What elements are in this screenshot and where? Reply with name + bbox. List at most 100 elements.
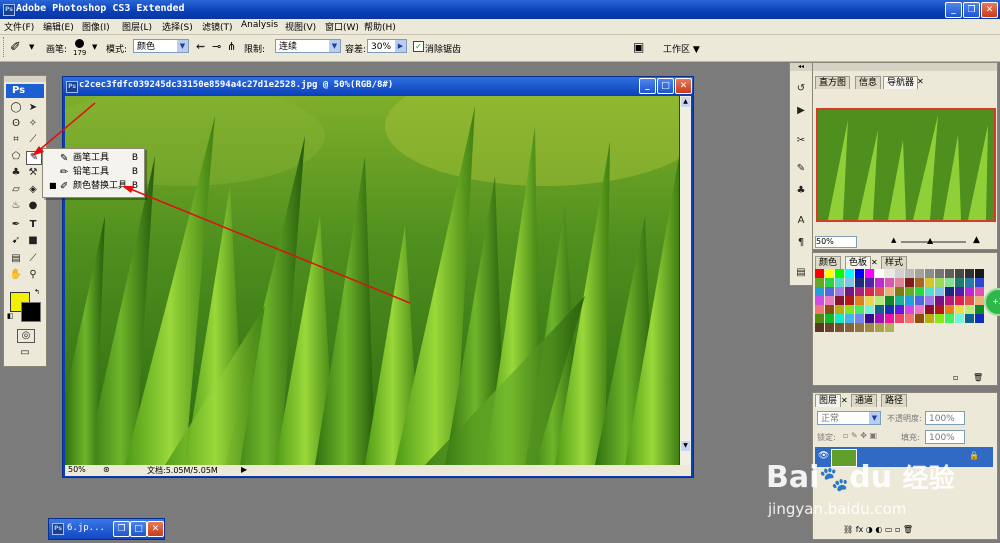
color-swatch[interactable] (905, 269, 914, 278)
color-swatch[interactable] (905, 314, 914, 323)
color-swatch[interactable] (925, 296, 934, 305)
tab-paths[interactable]: 路径 (881, 394, 908, 407)
color-swatch[interactable] (915, 314, 924, 323)
color-swatch[interactable] (835, 287, 844, 296)
color-swatch[interactable] (855, 296, 864, 305)
tab-layers[interactable]: 图层 (815, 394, 842, 407)
color-swatch[interactable] (975, 314, 984, 323)
color-swatch[interactable] (865, 287, 874, 296)
navigator-zoom-input[interactable]: 50% (815, 236, 857, 248)
color-swatch[interactable] (875, 323, 884, 332)
zoom-out-icon[interactable]: ▲ (891, 236, 896, 244)
color-swatch[interactable] (925, 278, 934, 287)
brushes-palette-icon[interactable]: ✎ (794, 163, 808, 175)
color-swatch[interactable] (865, 323, 874, 332)
color-swatch[interactable] (925, 287, 934, 296)
color-swatch[interactable] (825, 296, 834, 305)
color-swatch[interactable] (965, 314, 974, 323)
color-swatch[interactable] (815, 296, 824, 305)
color-swatch[interactable] (915, 269, 924, 278)
tab-styles[interactable]: 样式 (881, 256, 908, 269)
tool-presets-icon[interactable]: ✂ (794, 135, 808, 147)
color-swatch[interactable] (865, 305, 874, 314)
opacity-input[interactable]: 100% (925, 411, 965, 425)
color-swatch[interactable] (905, 296, 914, 305)
tab-info[interactable]: 信息 (855, 76, 882, 89)
color-swatch[interactable] (975, 278, 984, 287)
color-swatch[interactable] (965, 278, 974, 287)
color-swatch[interactable] (965, 287, 974, 296)
color-swatch[interactable] (855, 314, 864, 323)
color-swatch[interactable] (915, 287, 924, 296)
color-swatch[interactable] (895, 305, 904, 314)
color-swatch[interactable] (825, 269, 834, 278)
layer-buttons[interactable]: ⛓ fx ◑ ◐ ▭ ▫ 🗑 (843, 525, 913, 534)
color-swatch[interactable] (965, 305, 974, 314)
history-palette-icon[interactable]: ↺ (794, 83, 808, 95)
color-swatch[interactable] (975, 305, 984, 314)
color-swatch[interactable] (845, 269, 854, 278)
color-swatch[interactable] (975, 296, 984, 305)
minimized-maximize-button[interactable]: □ (130, 521, 147, 537)
color-swatch[interactable] (845, 323, 854, 332)
color-swatch[interactable] (895, 314, 904, 323)
color-swatch[interactable] (925, 314, 934, 323)
color-swatch[interactable] (815, 278, 824, 287)
color-swatch[interactable] (885, 323, 894, 332)
color-swatch[interactable] (865, 269, 874, 278)
color-swatch[interactable] (815, 314, 824, 323)
color-swatch[interactable] (935, 287, 944, 296)
color-swatch[interactable] (825, 305, 834, 314)
color-swatch[interactable] (855, 269, 864, 278)
navigator-thumbnail[interactable] (816, 108, 996, 222)
color-swatch[interactable] (815, 287, 824, 296)
color-swatch[interactable] (945, 278, 954, 287)
color-swatch[interactable] (935, 314, 944, 323)
color-swatch[interactable] (955, 305, 964, 314)
layer-comps-icon[interactable]: ▤ (794, 267, 808, 279)
color-swatch[interactable] (925, 305, 934, 314)
color-swatch[interactable] (845, 296, 854, 305)
tab-channels[interactable]: 通道 (851, 394, 878, 407)
color-swatch[interactable] (885, 269, 894, 278)
color-swatch[interactable] (875, 278, 884, 287)
color-swatch[interactable] (885, 314, 894, 323)
color-swatch[interactable] (975, 287, 984, 296)
color-swatch[interactable] (915, 278, 924, 287)
zoom-slider-thumb-icon[interactable]: ▲ (927, 236, 933, 245)
color-swatch[interactable] (875, 314, 884, 323)
color-swatch[interactable] (895, 287, 904, 296)
fill-input[interactable]: 100% (925, 430, 965, 444)
tab-color[interactable]: 颜色 (815, 256, 842, 269)
color-swatch[interactable] (965, 296, 974, 305)
color-swatch[interactable] (855, 278, 864, 287)
color-swatch[interactable] (935, 305, 944, 314)
color-swatch[interactable] (915, 305, 924, 314)
color-swatch[interactable] (825, 287, 834, 296)
color-swatch[interactable] (825, 314, 834, 323)
color-swatch[interactable] (945, 287, 954, 296)
color-swatch[interactable] (835, 278, 844, 287)
delete-swatch-icon[interactable]: 🗑 (973, 373, 983, 382)
color-swatch[interactable] (905, 287, 914, 296)
color-swatch[interactable] (955, 278, 964, 287)
color-swatch[interactable] (835, 323, 844, 332)
color-swatch[interactable] (895, 296, 904, 305)
color-swatch[interactable] (875, 269, 884, 278)
color-swatch[interactable] (835, 314, 844, 323)
blend-mode-select[interactable]: 正常 ▼ (817, 411, 881, 425)
minimized-document[interactable]: Ps 6.jp... ❐ □ ✕ (48, 518, 165, 540)
color-swatch[interactable] (895, 269, 904, 278)
tab-swatches[interactable]: 色板 (845, 256, 872, 269)
color-swatch[interactable] (925, 269, 934, 278)
zoom-in-icon[interactable]: ▲ (973, 235, 980, 245)
color-swatch[interactable] (875, 296, 884, 305)
color-swatch[interactable] (865, 314, 874, 323)
clone-source-icon[interactable]: ♣ (794, 185, 808, 197)
swatch-grid[interactable] (815, 269, 985, 333)
color-swatch[interactable] (935, 296, 944, 305)
color-swatch[interactable] (945, 305, 954, 314)
close-tab-icon[interactable]: ✕ (917, 77, 924, 86)
color-swatch[interactable] (975, 269, 984, 278)
close-tab-icon[interactable]: ✕ (841, 396, 848, 405)
